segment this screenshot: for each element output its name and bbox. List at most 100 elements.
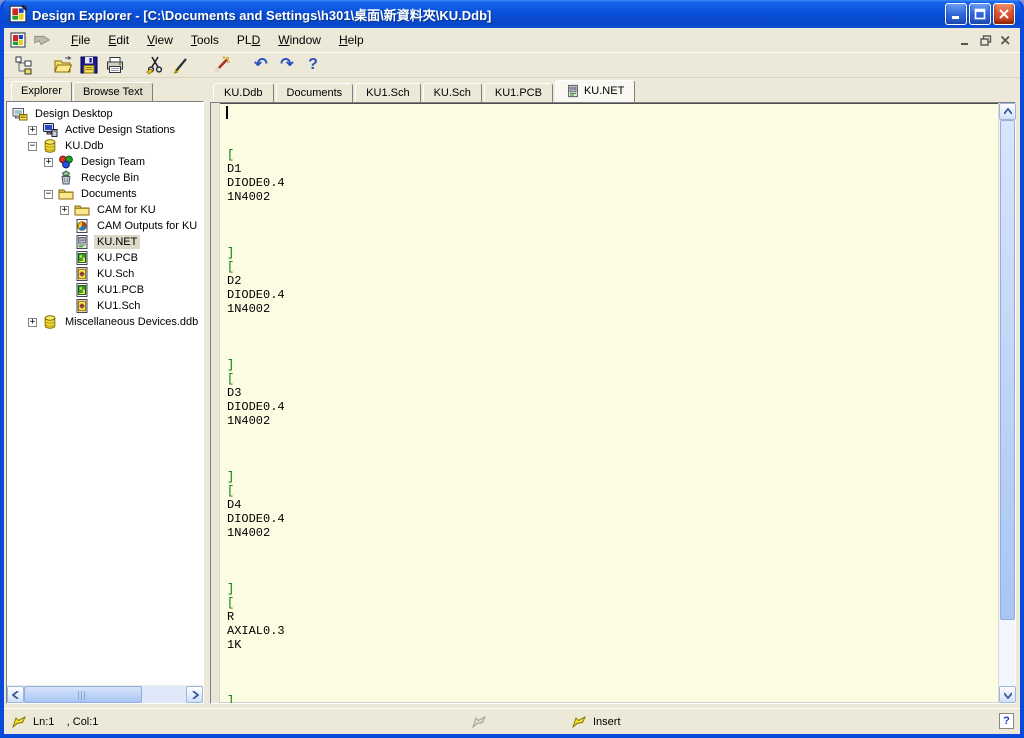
expand-toggle-icon[interactable]: + [28,126,37,135]
tree-item-design-team[interactable]: + Design Team [7,154,203,170]
editor-vertical-scrollbar[interactable] [998,103,1015,703]
pcb-icon [74,250,90,266]
scrollbar-track[interactable] [142,686,186,703]
scrollbar-track[interactable] [999,620,1015,686]
project-tree-container: Design Desktop+Active Design Stations−KU… [6,101,204,704]
scrollbar-thumb[interactable] [24,686,142,703]
tree-item-ku1-sch[interactable]: KU1.Sch [7,298,203,314]
help-button[interactable]: ? [999,713,1014,729]
scroll-down-button[interactable] [999,686,1016,703]
menu-item-edit[interactable]: Edit [99,30,138,50]
tree-indent-slot: + [28,126,42,135]
editor-margin [211,103,220,703]
tree-item-label: CAM for KU [94,203,159,217]
pcb-icon [74,282,90,298]
explorer-panel: ExplorerBrowse Text Design Desktop + Activ… [6,80,204,704]
tree-item-miscellaneous-devices-ddb[interactable]: + Miscellaneous Devices.ddb [7,314,203,330]
document-tab-label: KU1.Sch [366,87,409,99]
sch-icon [74,266,90,282]
scroll-up-button[interactable] [999,103,1016,120]
collapse-toggle-icon[interactable]: − [28,142,37,151]
tree-item-ku-net[interactable]: KU.NET [7,234,203,250]
net-icon [74,234,90,250]
mdi-close-button[interactable] [997,33,1014,48]
editor-line: R [227,610,998,624]
maximize-button[interactable] [969,3,991,25]
document-tab-ku-sch[interactable]: KU.Sch [423,83,482,102]
tree-item-ku-ddb[interactable]: −KU.Ddb [7,138,203,154]
menu-item-file[interactable]: File [62,30,99,50]
expand-toggle-icon[interactable]: + [60,206,69,215]
redo-button[interactable]: ↷ [274,54,300,77]
tree-item-design-desktop[interactable]: Design Desktop [7,106,203,122]
cut-button[interactable] [142,54,168,77]
wand-button[interactable] [208,54,234,77]
help-button[interactable]: ? [300,54,326,77]
tree-item-label: Miscellaneous Devices.ddb [62,315,201,329]
tree-item-recycle-bin[interactable]: Recycle Bin [7,170,203,186]
menu-bar: FileEditViewToolsPLDWindowHelp [4,28,1020,52]
tree-item-cam-for-ku[interactable]: + CAM for KU [7,202,203,218]
editor-line: [ [227,596,998,610]
editor-line: DIODE0.4 [227,512,998,526]
menu-item-help[interactable]: Help [330,30,373,50]
arrow-down-icon[interactable] [32,31,52,49]
close-button[interactable] [993,3,1015,25]
scroll-right-button[interactable] [186,686,203,703]
editor-line [227,218,998,232]
menu-item-tools[interactable]: Tools [182,30,228,50]
tree-item-label: Design Team [78,155,148,169]
panel-tab-browse-text[interactable]: Browse Text [73,82,153,101]
editor-line [227,428,998,442]
tree-item-label: Recycle Bin [78,171,142,185]
status-flag-gray-icon [472,715,487,728]
menu-item-pld[interactable]: PLD [228,30,269,50]
cursor-position-text: Ln:1 , Col:1 [33,716,98,728]
editor-line [227,666,998,680]
tree-item-ku-sch[interactable]: KU.Sch [7,266,203,282]
collapse-toggle-icon[interactable]: − [44,190,53,199]
pen-tool-button[interactable] [168,54,194,77]
tree-item-ku1-pcb[interactable]: KU1.PCB [7,282,203,298]
tree-indent-slot: − [28,142,42,151]
tree-item-documents[interactable]: − Documents [7,186,203,202]
team-icon [58,154,74,170]
panel-tab-explorer[interactable]: Explorer [11,81,72,101]
document-tab-ku1-pcb[interactable]: KU1.PCB [484,83,553,102]
tree-horizontal-scrollbar[interactable] [7,685,203,703]
cam-icon [74,218,90,234]
project-tree[interactable]: Design Desktop+Active Design Stations−KU… [7,102,203,685]
expand-toggle-icon[interactable]: + [44,158,53,167]
menu-item-view[interactable]: View [138,30,182,50]
document-tab-documents[interactable]: Documents [276,83,354,102]
app-icon[interactable] [9,5,27,23]
tree-item-label: Active Design Stations [62,123,178,137]
toolbar: ↶↷? [4,52,1020,78]
mdi-minimize-button[interactable] [957,33,974,48]
tree-item-active-design-stations[interactable]: + Active Design Stations [7,122,203,138]
document-tab-label: KU.Ddb [224,87,263,99]
explorer-toggle-button[interactable] [10,54,36,77]
menu-items: FileEditViewToolsPLDWindowHelp [62,30,373,50]
sch-icon [74,298,90,314]
document-tab-ku-ddb[interactable]: KU.Ddb [213,83,274,102]
folder-icon [74,202,90,218]
editor-line: [ [227,260,998,274]
scrollbar-thumb[interactable] [1000,120,1015,620]
netlist-text-editor[interactable]: [D1DIODE0.41N4002 ][D2DIODE0.41N4002 ][D… [220,103,998,703]
minimize-button[interactable] [945,3,967,25]
tree-item-cam-outputs-for-ku[interactable]: CAM Outputs for KU [7,218,203,234]
print-button[interactable] [102,54,128,77]
open-document-button[interactable] [50,54,76,77]
document-tab-ku-net[interactable]: KU.NET [555,80,635,102]
scroll-left-button[interactable] [7,686,24,703]
tree-item-ku-pcb[interactable]: KU.PCB [7,250,203,266]
document-tab-ku1-sch[interactable]: KU1.Sch [355,83,420,102]
tree-item-label: Documents [78,187,140,201]
menu-item-window[interactable]: Window [269,30,330,50]
save-button[interactable] [76,54,102,77]
undo-button[interactable]: ↶ [248,54,274,77]
mdi-restore-button[interactable] [977,33,994,48]
expand-toggle-icon[interactable]: + [28,318,37,327]
document-system-icon[interactable] [8,31,28,49]
